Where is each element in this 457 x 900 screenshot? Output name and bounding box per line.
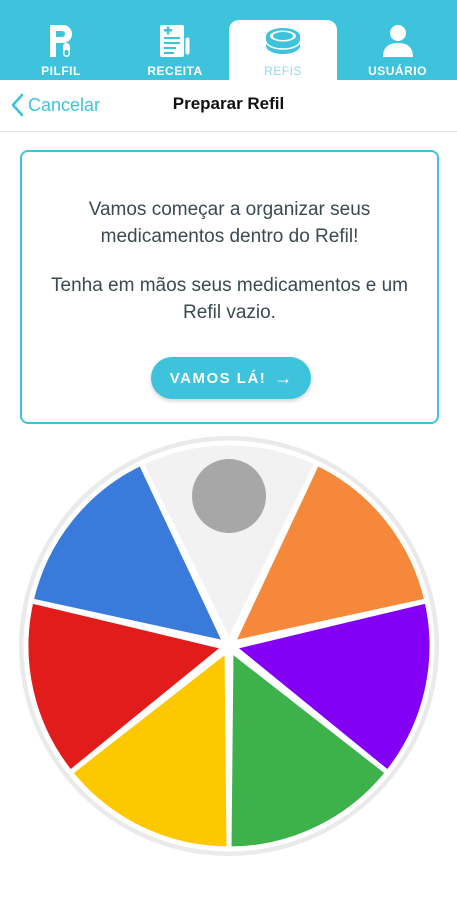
instruction-card: Vamos começar a organizar seus medicamen… [20,150,439,424]
arrow-right-icon: → [274,367,293,388]
pilfil-logo-icon [46,22,76,60]
start-button[interactable]: VAMOS LÁ! → [151,357,311,399]
instruction-text-2: Tenha em mãos seus medicamentos e um Ref… [51,275,408,323]
pill-case-icon [263,22,303,60]
navigation-bar: Cancelar Preparar Refil [0,80,457,132]
start-button-label: VAMOS LÁ! [169,369,267,387]
tab-refis-label: REFIS [264,64,302,78]
user-icon [381,22,415,60]
tab-usuario[interactable]: USUÁRIO [338,20,457,80]
refil-wheel [19,436,439,856]
tab-bar: PILFIL RECEITA REFIS USUÁRIO [0,0,457,80]
prescription-icon [158,22,192,60]
tab-usuario-label: USUÁRIO [368,64,427,78]
tab-pilfil[interactable]: PILFIL [0,20,122,80]
instruction-text-1: Vamos começar a organizar seus medicamen… [88,199,371,247]
tab-receita-label: RECEITA [147,64,203,78]
tab-refis[interactable]: REFIS [229,20,337,80]
tab-pilfil-label: PILFIL [41,64,81,78]
start-indicator [192,459,266,533]
tab-receita[interactable]: RECEITA [122,20,228,80]
page-title: Preparar Refil [172,94,285,113]
